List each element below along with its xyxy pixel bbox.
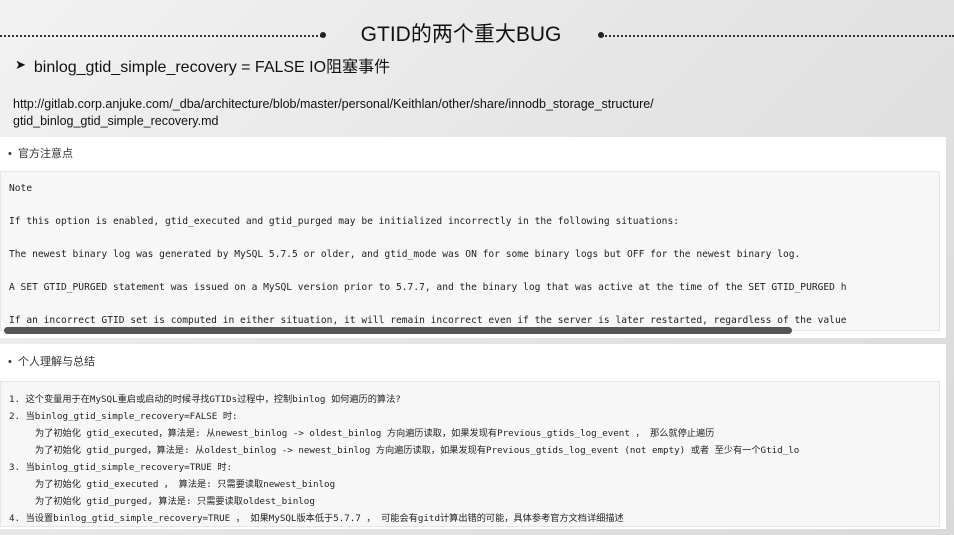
official-notes-panel: • 官方注意点 Note If this option is enabled, … [0, 137, 946, 338]
title-dot-left [320, 32, 326, 38]
bullet-row: ➤ binlog_gtid_simple_recovery = FALSE IO… [15, 53, 390, 77]
code-line: If this option is enabled, gtid_executed… [9, 216, 680, 227]
list-item: 为了初始化 gtid_executed，算法是: 从newest_binlog … [35, 428, 715, 439]
doc-link[interactable]: http://gitlab.corp.anjuke.com/_dba/archi… [13, 96, 913, 130]
list-item: 3. 当binlog_gtid_simple_recovery=TRUE 时: [9, 462, 233, 473]
code-line: Note [9, 183, 33, 194]
code-line: A SET GTID_PURGED statement was issued o… [9, 282, 847, 293]
list-item: 1. 这个变量用于在MySQL重启或启动的时候寻找GTIDs过程中，控制binl… [9, 394, 401, 405]
list-item: 4. 当设置binlog_gtid_simple_recovery=TRUE ，… [9, 513, 624, 524]
personal-summary-code-block: 1. 这个变量用于在MySQL重启或启动的时候寻找GTIDs过程中，控制binl… [0, 381, 940, 527]
bullet-text: binlog_gtid_simple_recovery = FALSE IO阻塞… [33, 59, 391, 76]
list-item: 2. 当binlog_gtid_simple_recovery=FALSE 时: [9, 411, 238, 422]
list-item: 为了初始化 gtid_executed ， 算法是: 只需要读取newest_b… [35, 479, 336, 490]
list-item: 为了初始化 gtid_purged, 算法是: 只需要读取oldest_binl… [35, 496, 315, 507]
arrow-bullet-icon: ➤ [15, 57, 26, 72]
personal-summary-panel: • 个人理解与总结 1. 这个变量用于在MySQL重启或启动的时候寻找GTIDs… [0, 344, 946, 529]
official-notes-code-block: Note If this option is enabled, gtid_exe… [0, 171, 940, 331]
doc-link-line-1[interactable]: http://gitlab.corp.anjuke.com/_dba/archi… [13, 96, 913, 113]
personal-summary-heading-text: 个人理解与总结 [17, 356, 95, 368]
code-line: The newest binary log was generated by M… [9, 249, 801, 260]
horizontal-scrollbar[interactable] [4, 327, 792, 334]
bullet-dot-icon: • [8, 148, 18, 160]
slide-title: GTID的两个重大BUG [360, 23, 562, 46]
title-divider-left [0, 35, 322, 37]
official-notes-heading: • 官方注意点 [8, 145, 73, 161]
personal-summary-heading: • 个人理解与总结 [8, 353, 95, 369]
title-divider-right [602, 35, 954, 37]
official-notes-heading-text: 官方注意点 [17, 148, 73, 160]
list-item: 为了初始化 gtid_purged，算法是: 从oldest_binlog ->… [35, 445, 800, 456]
doc-link-line-2[interactable]: gtid_binlog_gtid_simple_recovery.md [13, 113, 913, 130]
bullet-dot-icon: • [8, 356, 18, 368]
code-line: If an incorrect GTID set is computed in … [9, 315, 847, 326]
